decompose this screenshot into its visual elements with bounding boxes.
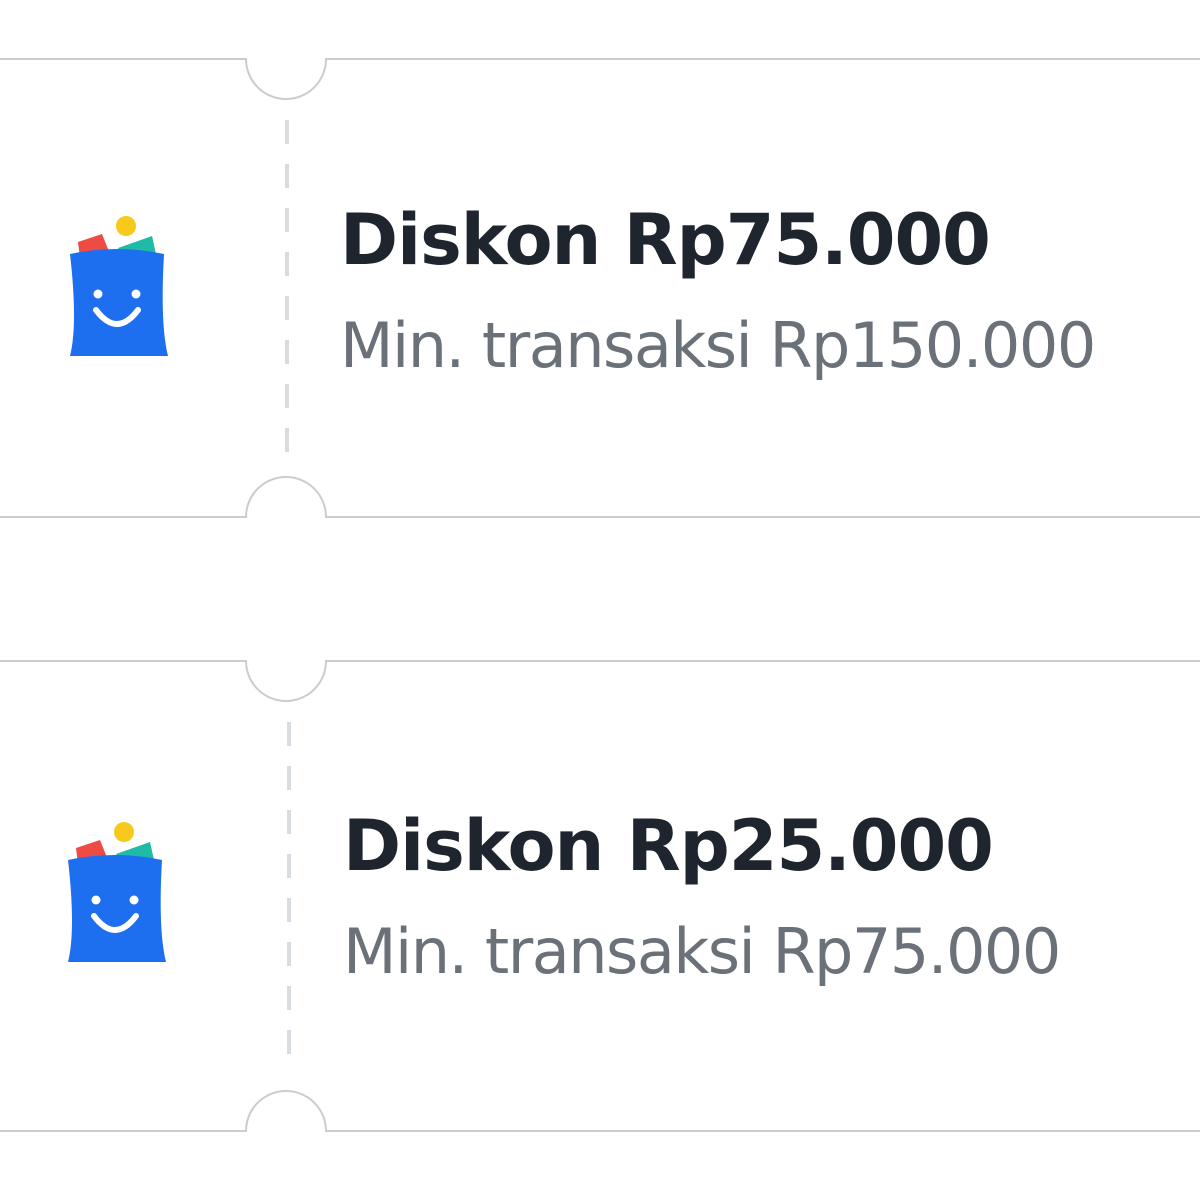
voucher-details: Diskon Rp25.000 Min. transaksi Rp75.000 — [343, 802, 1061, 992]
voucher-details: Diskon Rp75.000 Min. transaksi Rp150.000 — [340, 196, 1096, 386]
voucher-title: Diskon Rp25.000 — [343, 805, 994, 887]
voucher-min-transaction: Min. transaksi Rp75.000 — [343, 915, 1061, 988]
shopping-bag-logo-icon — [70, 216, 168, 356]
voucher-min-transaction: Min. transaksi Rp150.000 — [340, 309, 1096, 382]
shopping-bag-logo-icon — [68, 822, 166, 962]
voucher-card[interactable]: Diskon Rp75.000 Min. transaksi Rp150.000 — [0, 58, 1200, 518]
voucher-card[interactable]: Diskon Rp25.000 Min. transaksi Rp75.000 — [0, 660, 1200, 1132]
voucher-title: Diskon Rp75.000 — [340, 199, 991, 281]
voucher-list: Diskon Rp75.000 Min. transaksi Rp150.000… — [0, 0, 1200, 1200]
